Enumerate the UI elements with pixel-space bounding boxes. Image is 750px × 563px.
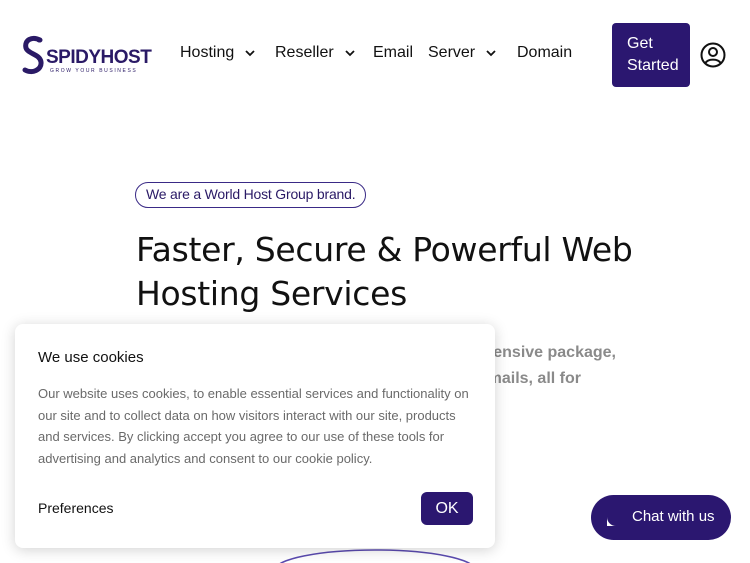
cookie-accept-button[interactable]: OK: [421, 492, 473, 525]
chevron-down-icon: [486, 50, 496, 57]
cookie-banner: We use cookies Our website uses cookies,…: [15, 324, 495, 548]
nav-item-email[interactable]: Email: [373, 44, 413, 62]
nav-label: Server: [428, 44, 476, 61]
logo-tagline: GROW YOUR BUSINESS: [50, 68, 138, 74]
logo-wordmark: SPIDYHOST: [46, 47, 152, 68]
nav-label: Email: [373, 44, 414, 61]
hero-title: Faster, Secure & Powerful Web Hosting Se…: [136, 230, 633, 313]
nav-label: Hosting: [180, 44, 235, 61]
cookie-banner-text: Our website uses cookies, to enable esse…: [38, 386, 469, 466]
account-circle-icon[interactable]: [700, 42, 726, 68]
nav-label: Reseller: [275, 44, 334, 61]
cookie-preferences-link[interactable]: Preferences: [38, 500, 113, 516]
brand-badge: We are a World Host Group brand.: [135, 182, 367, 208]
chevron-down-icon: [245, 50, 255, 57]
cookie-banner-title: We use cookies: [38, 349, 144, 366]
chevron-down-icon: [345, 50, 355, 57]
spidyhost-logo-icon: [22, 35, 44, 75]
nav-item-server[interactable]: Server: [428, 44, 497, 62]
nav-item-reseller[interactable]: Reseller: [275, 44, 356, 62]
nav-label: Domain: [517, 44, 573, 61]
chat-widget-label: Chat with us: [632, 508, 715, 525]
nav-item-hosting[interactable]: Hosting: [180, 44, 256, 62]
get-started-button[interactable]: Get Started: [612, 23, 690, 87]
site-logo[interactable]: SPIDYHOST GROW YOUR BUSINESS: [22, 34, 152, 76]
chat-bubble-icon: [607, 508, 625, 526]
nav-item-domain[interactable]: Domain: [517, 44, 572, 62]
chat-widget-button[interactable]: Chat with us: [591, 495, 731, 540]
